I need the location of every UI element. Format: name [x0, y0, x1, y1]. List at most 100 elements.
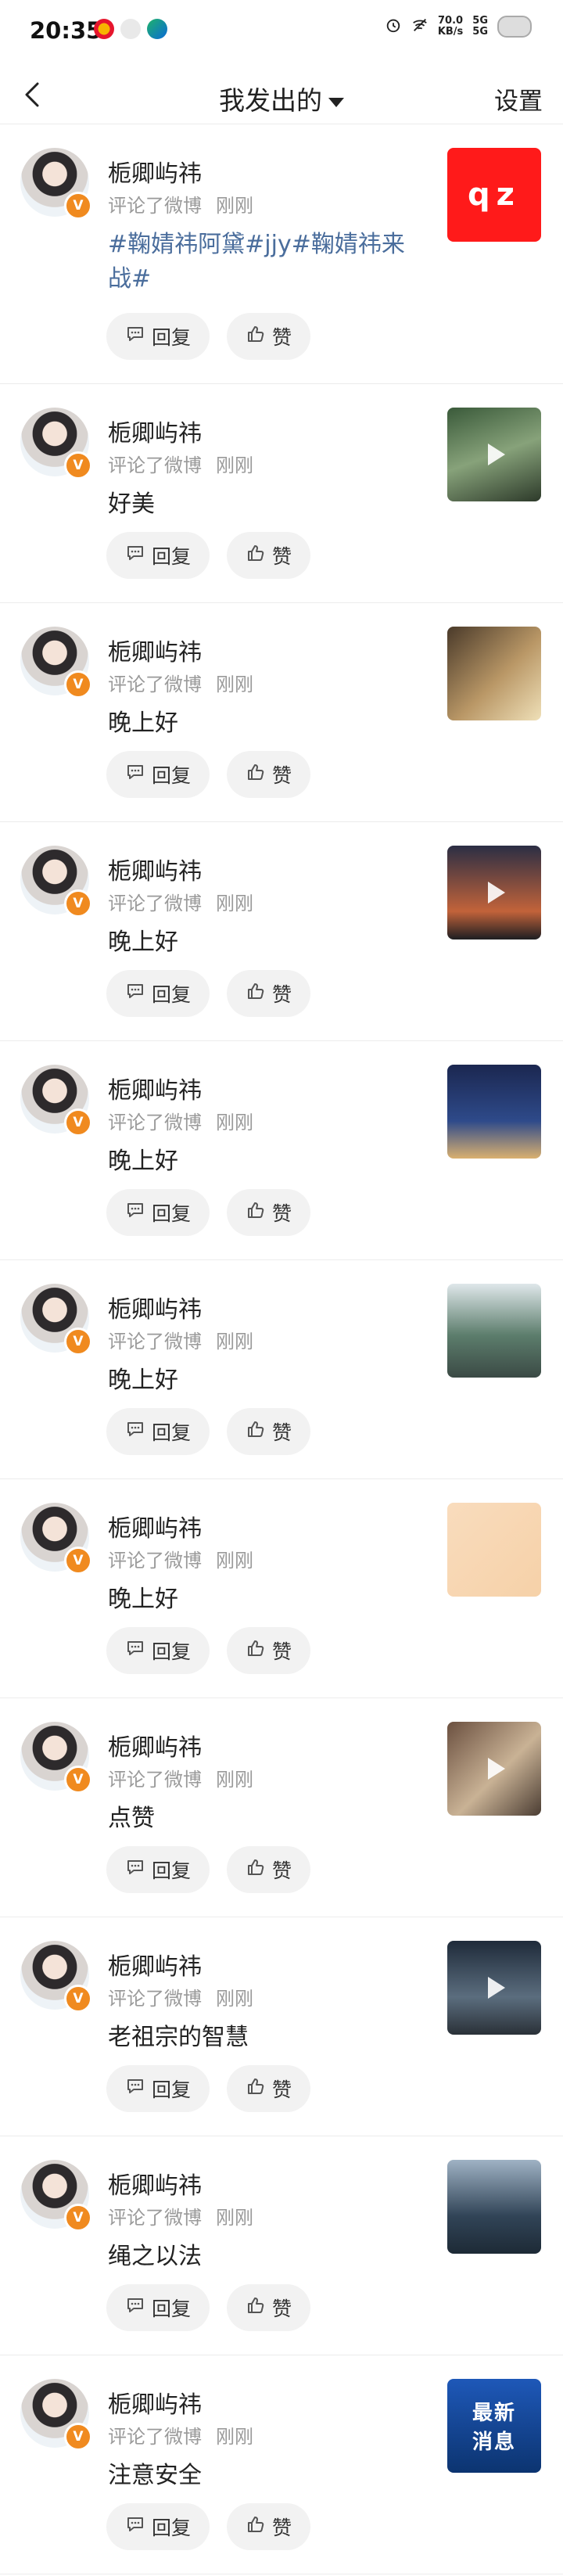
avatar[interactable]: V: [20, 1065, 92, 1137]
item-meta: 评论了微博 刚刚: [108, 190, 253, 217]
avatar[interactable]: V: [20, 408, 92, 480]
user-name[interactable]: 栀卿屿祎: [108, 1290, 202, 1324]
avatar[interactable]: V: [20, 1284, 92, 1356]
play-icon: [488, 444, 505, 465]
user-name[interactable]: 栀卿屿祎: [108, 633, 202, 667]
avatar[interactable]: V: [20, 1503, 92, 1575]
reply-button[interactable]: 回复: [106, 1189, 210, 1236]
like-button[interactable]: 赞: [227, 313, 311, 360]
comment-text: 晚上好: [108, 929, 178, 956]
avatar[interactable]: V: [20, 1722, 92, 1794]
like-button[interactable]: 赞: [227, 1408, 311, 1455]
user-name[interactable]: 栀卿屿祎: [108, 1947, 202, 1981]
avatar[interactable]: V: [20, 627, 92, 699]
user-name[interactable]: 栀卿屿祎: [108, 154, 202, 189]
user-name[interactable]: 栀卿屿祎: [108, 1509, 202, 1543]
page-title[interactable]: 我发出的: [0, 80, 563, 117]
post-thumbnail[interactable]: [447, 1722, 541, 1816]
like-button[interactable]: 赞: [227, 1846, 311, 1893]
comment-item[interactable]: V 栀卿屿祎 评论了微博 刚刚 注意安全 最新 消息 回复 赞: [0, 2355, 563, 2574]
like-button[interactable]: 赞: [227, 751, 311, 798]
post-thumbnail[interactable]: [447, 1284, 541, 1378]
user-name[interactable]: 栀卿屿祎: [108, 1728, 202, 1762]
alarm-icon: [385, 16, 402, 37]
comment-item[interactable]: V 栀卿屿祎 评论了微博 刚刚 点赞 回复 赞: [0, 1698, 563, 1917]
like-label: 赞: [272, 326, 292, 349]
user-name[interactable]: 栀卿屿祎: [108, 852, 202, 886]
avatar[interactable]: V: [20, 148, 92, 220]
item-actions: 回复 赞: [106, 532, 311, 579]
reply-button[interactable]: 回复: [106, 970, 210, 1017]
like-button[interactable]: 赞: [227, 532, 311, 579]
thumbs-up-icon: [246, 1638, 266, 1663]
comment-icon: [125, 981, 145, 1006]
reply-button[interactable]: 回复: [106, 2503, 210, 2550]
post-thumbnail[interactable]: qz: [447, 148, 541, 242]
avatar[interactable]: V: [20, 1941, 92, 2013]
like-button[interactable]: 赞: [227, 970, 311, 1017]
item-action: 评论了微博: [108, 2207, 202, 2229]
reply-button[interactable]: 回复: [106, 2065, 210, 2112]
comment-item[interactable]: V 栀卿屿祎 评论了微博 刚刚 晚上好 回复 赞: [0, 1479, 563, 1698]
settings-button[interactable]: 设置: [494, 81, 543, 117]
comment-icon: [125, 2514, 145, 2539]
reply-button[interactable]: 回复: [106, 2284, 210, 2331]
post-thumbnail[interactable]: [447, 1941, 541, 2035]
post-thumbnail[interactable]: [447, 627, 541, 720]
thumb-text: 最新 消息: [472, 2402, 516, 2454]
reply-button[interactable]: 回复: [106, 1408, 210, 1455]
reply-button[interactable]: 回复: [106, 1627, 210, 1674]
post-thumbnail[interactable]: [447, 2160, 541, 2254]
avatar[interactable]: V: [20, 2160, 92, 2232]
reply-button[interactable]: 回复: [106, 532, 210, 579]
verified-badge-icon: V: [64, 1766, 92, 1794]
item-time: 刚刚: [216, 1112, 253, 1134]
comment-icon: [125, 1638, 145, 1663]
reply-button[interactable]: 回复: [106, 313, 210, 360]
reply-button[interactable]: 回复: [106, 1846, 210, 1893]
comment-item[interactable]: V 栀卿屿祎 评论了微博 刚刚 晚上好 回复 赞: [0, 1041, 563, 1260]
comment-item[interactable]: V 栀卿屿祎 评论了微博 刚刚 好美 回复 赞: [0, 384, 563, 603]
reply-button[interactable]: 回复: [106, 751, 210, 798]
user-name[interactable]: 栀卿屿祎: [108, 2166, 202, 2201]
comment-text: 晚上好: [108, 1586, 178, 1613]
thumbs-up-icon: [246, 2514, 266, 2539]
post-thumbnail[interactable]: [447, 1065, 541, 1159]
comment-item[interactable]: V 栀卿屿祎 评论了微博 刚刚 老祖宗的智慧 回复 赞: [0, 1917, 563, 2136]
like-label: 赞: [272, 983, 292, 1006]
thumbs-up-icon: [246, 981, 266, 1006]
post-thumbnail[interactable]: [447, 846, 541, 940]
thumbs-up-icon: [246, 2076, 266, 2101]
post-thumbnail[interactable]: 最新 消息: [447, 2379, 541, 2473]
status-app-icons: [94, 19, 167, 39]
play-icon: [488, 1977, 505, 1999]
comment-item[interactable]: V 栀卿屿祎 评论了微博 刚刚 绳之以法 回复 赞: [0, 2136, 563, 2355]
like-button[interactable]: 赞: [227, 1627, 311, 1674]
user-name[interactable]: 栀卿屿祎: [108, 1071, 202, 1105]
like-button[interactable]: 赞: [227, 2503, 311, 2550]
like-button[interactable]: 赞: [227, 2065, 311, 2112]
user-name[interactable]: 栀卿屿祎: [108, 414, 202, 448]
item-time: 刚刚: [216, 1769, 253, 1791]
comment-item[interactable]: V 栀卿屿祎 评论了微博 刚刚 晚上好 回复 赞: [0, 1260, 563, 1479]
post-thumbnail[interactable]: [447, 408, 541, 501]
like-button[interactable]: 赞: [227, 2284, 311, 2331]
item-time: 刚刚: [216, 195, 253, 217]
post-thumbnail[interactable]: [447, 1503, 541, 1597]
item-meta: 评论了微博 刚刚: [108, 1764, 253, 1791]
play-icon: [488, 1758, 505, 1780]
item-action: 评论了微博: [108, 1331, 202, 1353]
avatar[interactable]: V: [20, 2379, 92, 2451]
comment-icon: [125, 1419, 145, 1444]
user-name[interactable]: 栀卿屿祎: [108, 2385, 202, 2420]
thumbs-up-icon: [246, 762, 266, 787]
comment-item[interactable]: V 栀卿屿祎 评论了微博 刚刚 晚上好 回复 赞: [0, 603, 563, 822]
like-button[interactable]: 赞: [227, 1189, 311, 1236]
comment-item[interactable]: V 栀卿屿祎 评论了微博 刚刚 #鞠婧祎阿黛#jjy#鞠婧祎来战# qz 回复 赞: [0, 124, 563, 384]
item-action: 评论了微博: [108, 1112, 202, 1134]
verified-badge-icon: V: [64, 2204, 92, 2232]
comment-item[interactable]: V 栀卿屿祎 评论了微博 刚刚 晚上好 回复 赞: [0, 822, 563, 1041]
thumbs-up-icon: [246, 543, 266, 568]
avatar[interactable]: V: [20, 846, 92, 918]
item-time: 刚刚: [216, 893, 253, 914]
